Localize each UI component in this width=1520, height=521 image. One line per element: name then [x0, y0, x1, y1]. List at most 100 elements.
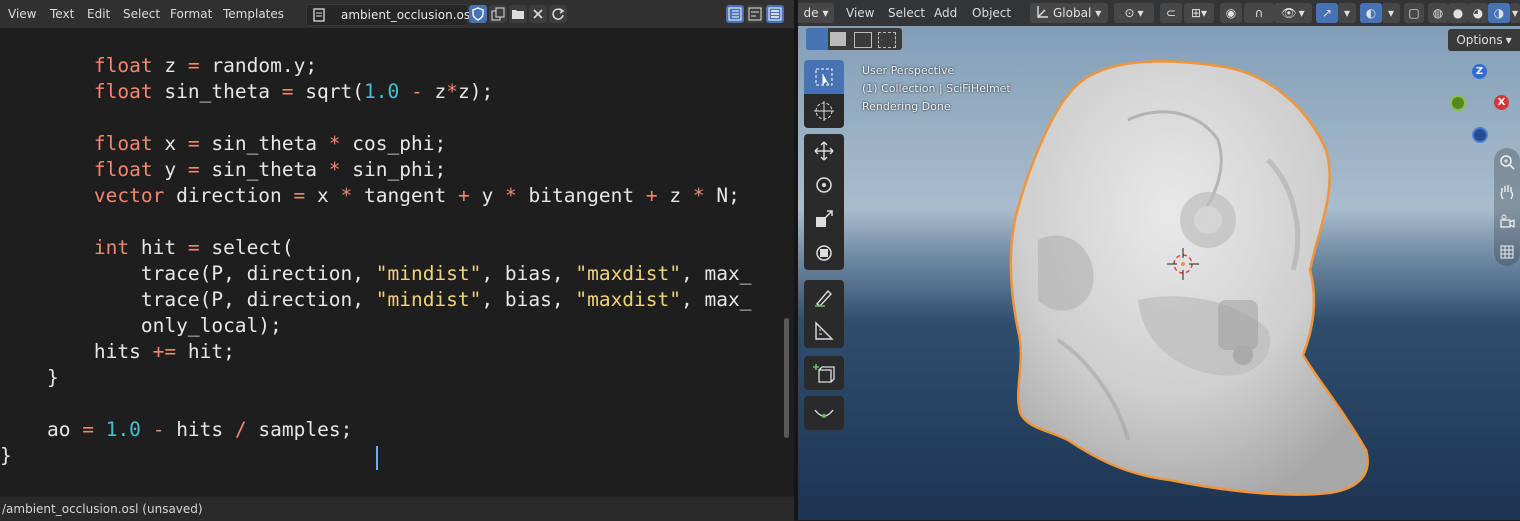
proportional-edit-icon[interactable]: ◉ [1220, 3, 1242, 23]
file-name[interactable]: ambient_occlusion.osl [341, 8, 473, 22]
text-datablock-field[interactable]: ambient_occlusion.osl [306, 4, 473, 26]
open-folder-icon[interactable] [509, 5, 527, 23]
options-button[interactable]: Options ▾ [1448, 29, 1520, 51]
z-axis-icon[interactable]: Z [1472, 64, 1487, 79]
solid-shading-icon[interactable]: ● [1448, 3, 1468, 23]
code-line: } [0, 366, 59, 389]
select-extend-icon[interactable] [830, 32, 846, 46]
xray-toggle-icon[interactable]: ▢ [1404, 3, 1424, 23]
code-area[interactable]: float z = random.y; float sin_theta = sq… [0, 28, 782, 494]
navigation-controls [1494, 148, 1520, 266]
navigation-gizmo[interactable]: Z X [1446, 60, 1516, 150]
editor-header: View Text Edit Select Format Templates a… [0, 0, 794, 28]
snap-target-dropdown[interactable]: ⊞▾ [1184, 3, 1214, 23]
annotate-tool-icon[interactable] [804, 280, 844, 314]
menu-templates[interactable]: Templates [223, 7, 284, 21]
chevron-down-icon: ▾ [822, 6, 829, 20]
options-label: Options [1456, 33, 1503, 47]
menu-text[interactable]: Text [50, 7, 74, 21]
code-line: } [0, 444, 12, 467]
render-status: Rendering Done [862, 100, 951, 113]
line-numbers-icon[interactable] [726, 5, 744, 23]
text-editor: View Text Edit Select Format Templates a… [0, 0, 794, 521]
transform-tool-icon[interactable] [804, 236, 844, 270]
visibility-dropdown[interactable]: 👁 ▾ [1274, 3, 1312, 23]
code-line: float y = sin_theta * sin_phi; [93, 158, 447, 181]
measure-tool-icon[interactable] [804, 314, 844, 348]
collection-object-info: (1) Collection | SciFiHelmet [862, 82, 1011, 95]
chevron-down-icon: ▾ [1095, 6, 1102, 20]
fake-user-shield-icon[interactable] [469, 5, 487, 23]
eye-icon: 👁 [1281, 6, 1297, 20]
syntax-highlight-icon[interactable] [766, 5, 784, 23]
code-line: trace(P, direction, "mindist", bias, "ma… [140, 262, 752, 285]
text-datablock-icon[interactable] [311, 7, 329, 23]
viewport-subheader: Options ▾ [798, 26, 1520, 52]
code-line: vector direction = x * tangent + y * bit… [93, 184, 740, 207]
falloff-dropdown[interactable]: ∩ [1244, 3, 1274, 23]
scrollbar-thumb[interactable] [784, 318, 789, 438]
reload-icon[interactable] [549, 5, 567, 23]
pivot-point-dropdown[interactable]: ⊙ ▾ [1114, 3, 1154, 23]
vp-menu-add[interactable]: Add [934, 6, 957, 20]
pivot-icon: ⊙ [1124, 6, 1135, 20]
vp-menu-select[interactable]: Select [888, 6, 925, 20]
code-line: int hit = select( [93, 236, 294, 259]
close-icon[interactable] [529, 5, 547, 23]
file-status: /ambient_occlusion.osl (unsaved) [2, 502, 203, 516]
viewport-header: de ▾ View Select Add Object Global ▾ ⊙ ▾ … [798, 0, 1520, 26]
wireframe-shading-icon[interactable]: ◍ [1428, 3, 1448, 23]
menu-view[interactable]: View [8, 7, 36, 21]
move-tool-icon[interactable] [804, 134, 844, 168]
select-box-tool-icon[interactable] [804, 60, 844, 94]
menu-edit[interactable]: Edit [87, 7, 110, 21]
word-wrap-icon[interactable] [746, 5, 764, 23]
select-intersect-icon[interactable] [878, 32, 896, 48]
pan-hand-icon[interactable] [1497, 182, 1517, 202]
status-bar: /ambient_occlusion.osl (unsaved) [0, 496, 794, 521]
cursor-tool-icon[interactable] [804, 94, 844, 128]
material-shading-icon[interactable]: ◕ [1468, 3, 1488, 23]
3d-viewport[interactable]: de ▾ View Select Add Object Global ▾ ⊙ ▾ … [798, 0, 1520, 520]
code-line: float z = random.y; [93, 54, 318, 77]
gizmo-toggle-icon[interactable]: ↗ [1316, 3, 1338, 23]
mode-dropdown[interactable]: de ▾ [798, 3, 834, 23]
rendered-shading-icon[interactable]: ◑ [1488, 3, 1510, 23]
zoom-icon[interactable] [1497, 152, 1517, 172]
snap-toggle-icon[interactable]: ⊂ [1160, 3, 1182, 23]
ortho-grid-icon[interactable] [1497, 242, 1517, 262]
code-line: hits += hit; [93, 340, 235, 363]
view-name: User Perspective [862, 64, 955, 77]
rotate-tool-icon[interactable] [804, 168, 844, 202]
vp-menu-object[interactable]: Object [972, 6, 1011, 20]
curve-tool-icon[interactable] [804, 396, 844, 430]
select-new-icon[interactable] [806, 28, 828, 50]
camera-view-icon[interactable] [1497, 212, 1517, 232]
shading-chevron-icon[interactable]: ▾ [1510, 3, 1520, 23]
orientation-icon [1035, 5, 1049, 22]
scale-tool-icon[interactable] [804, 202, 844, 236]
chevron-down-icon: ▾ [1505, 33, 1512, 47]
menu-format[interactable]: Format [170, 7, 212, 21]
selection-mode-group [806, 28, 902, 50]
chevron-down-icon[interactable]: ▾ [1338, 3, 1356, 23]
duplicate-icon[interactable] [489, 5, 507, 23]
menu-select[interactable]: Select [123, 7, 160, 21]
chevron-down-icon[interactable]: ▾ [1382, 3, 1400, 23]
overlays-toggle-icon[interactable]: ◐ [1360, 3, 1382, 23]
chevron-down-icon: ▾ [1137, 6, 1144, 20]
viewport-info-overlay: User Perspective (1) Collection | SciFiH… [862, 62, 1011, 116]
code-line: float x = sin_theta * cos_phi; [93, 132, 447, 155]
chevron-down-icon: ▾ [1298, 6, 1305, 20]
code-line: ao = 1.0 - hits / samples; [46, 418, 353, 441]
vp-menu-view[interactable]: View [846, 6, 874, 20]
transform-orientation-dropdown[interactable]: Global ▾ [1030, 3, 1108, 23]
code-line: only_local); [140, 314, 282, 337]
neg-z-axis-icon[interactable] [1472, 127, 1488, 143]
y-axis-icon[interactable] [1450, 95, 1466, 111]
x-axis-icon[interactable]: X [1494, 95, 1509, 110]
code-line: trace(P, direction, "mindist", bias, "ma… [140, 288, 752, 311]
select-subtract-icon[interactable] [854, 32, 872, 48]
code-line: float sin_theta = sqrt(1.0 - z*z); [93, 80, 494, 103]
add-cube-tool-icon[interactable] [804, 356, 844, 390]
